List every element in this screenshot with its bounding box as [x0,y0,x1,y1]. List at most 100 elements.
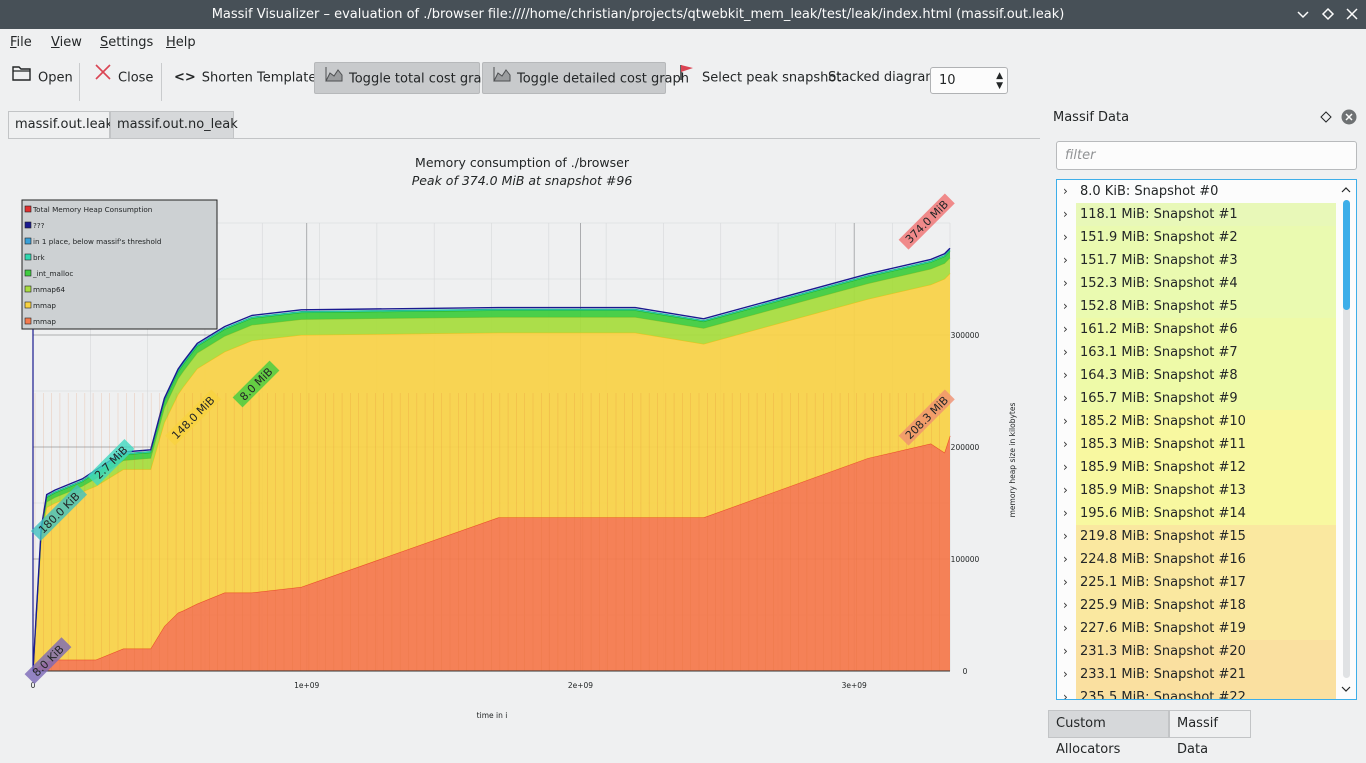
expand-arrow-icon[interactable]: › [1063,433,1068,456]
expand-arrow-icon[interactable]: › [1063,640,1068,663]
tree-item[interactable]: › 231.3 MiB: Snapshot #20 [1057,640,1336,663]
expand-arrow-icon[interactable]: › [1063,295,1068,318]
spin-down-icon[interactable]: ▼ [996,81,1003,91]
x-tick-label: 1e+09 [294,681,319,690]
close-dock-icon[interactable] [1341,109,1357,129]
tree-item-label: 8.0 KiB: Snapshot #0 [1076,180,1336,203]
filter-input[interactable]: filter [1056,141,1357,170]
tree-item[interactable]: › 225.9 MiB: Snapshot #18 [1057,594,1336,617]
tree-item[interactable]: › 151.9 MiB: Snapshot #2 [1057,226,1336,249]
minimize-icon[interactable] [1295,6,1311,22]
expand-arrow-icon[interactable]: › [1063,364,1068,387]
tree-item[interactable]: › 185.9 MiB: Snapshot #12 [1057,456,1336,479]
expand-arrow-icon[interactable]: › [1063,226,1068,249]
expand-arrow-icon[interactable]: › [1063,456,1068,479]
menu-file[interactable]: File [10,29,32,57]
tab-massif-out-no-leak[interactable]: massif.out.no_leak [110,111,238,138]
tree-item[interactable]: › 152.8 MiB: Snapshot #5 [1057,295,1336,318]
expand-arrow-icon[interactable]: › [1063,479,1068,502]
chart-title: Memory consumption of ./browser [415,155,630,170]
maximize-icon[interactable] [1320,6,1336,22]
tree-item-label: 164.3 MiB: Snapshot #8 [1076,364,1336,387]
menu-view[interactable]: View [51,29,82,57]
expand-arrow-icon[interactable]: › [1063,203,1068,226]
tree-item-label: 233.1 MiB: Snapshot #21 [1076,663,1336,686]
expand-arrow-icon[interactable]: › [1063,180,1068,203]
stacked-diagrams-spinbox[interactable]: 10 ▲ ▼ [930,67,1008,94]
filter-placeholder: filter [1065,148,1096,163]
expand-arrow-icon[interactable]: › [1063,387,1068,410]
menu-help[interactable]: Help [166,29,196,57]
legend-label: Total Memory Heap Consumption [32,205,152,214]
tree-item-label: 224.8 MiB: Snapshot #16 [1076,548,1336,571]
tree-item[interactable]: › 227.6 MiB: Snapshot #19 [1057,617,1336,640]
close-label: Close [118,70,154,86]
expand-arrow-icon[interactable]: › [1063,318,1068,341]
spin-up-icon[interactable]: ▲ [996,71,1003,81]
memory-chart[interactable]: Memory consumption of ./browser Peak of … [0,140,1040,738]
x-axis-label: time in i [477,711,508,720]
tree-item-label: 231.3 MiB: Snapshot #20 [1076,640,1336,663]
tree-item[interactable]: › 224.8 MiB: Snapshot #16 [1057,548,1336,571]
tree-item[interactable]: › 151.7 MiB: Snapshot #3 [1057,249,1336,272]
tree-item-label: 151.7 MiB: Snapshot #3 [1076,249,1336,272]
tree-item[interactable]: › 161.2 MiB: Snapshot #6 [1057,318,1336,341]
select-peak-button[interactable]: Select peak snapshot [678,62,841,94]
float-dock-icon[interactable] [1320,111,1332,127]
tree-item-label: 151.9 MiB: Snapshot #2 [1076,226,1336,249]
tree-item[interactable]: › 235.5 MiB: Snapshot #22 [1057,686,1336,699]
tab-massif-out-leak[interactable]: massif.out.leak [8,111,113,138]
tree-item[interactable]: › 163.1 MiB: Snapshot #7 [1057,341,1336,364]
expand-arrow-icon[interactable]: › [1063,502,1068,525]
toggle-detailed-cost-button[interactable]: Toggle detailed cost graph [482,62,689,94]
legend-swatch [24,237,32,245]
tree-item-label: 195.6 MiB: Snapshot #14 [1076,502,1336,525]
expand-arrow-icon[interactable]: › [1063,548,1068,571]
open-button[interactable]: Open [12,62,73,94]
shorten-templates-label: Shorten Templates [201,70,324,86]
tree-item-label: 219.8 MiB: Snapshot #15 [1076,525,1336,548]
expand-arrow-icon[interactable]: › [1063,410,1068,433]
stacked-diagrams-value: 10 [939,73,956,88]
y-tick-label: 0 [963,667,968,676]
close-window-icon[interactable] [1344,6,1360,22]
expand-arrow-icon[interactable]: › [1063,272,1068,295]
tree-item[interactable]: › 185.2 MiB: Snapshot #10 [1057,410,1336,433]
expand-arrow-icon[interactable]: › [1063,617,1068,640]
tree-item[interactable]: › 185.9 MiB: Snapshot #13 [1057,479,1336,502]
tree-item-label: 185.3 MiB: Snapshot #11 [1076,433,1336,456]
tab-massif-data[interactable]: Massif Data [1169,710,1251,757]
tree-item[interactable]: › 8.0 KiB: Snapshot #0 [1057,180,1336,203]
tree-item[interactable]: › 185.3 MiB: Snapshot #11 [1057,433,1336,456]
tree-item[interactable]: › 219.8 MiB: Snapshot #15 [1057,525,1336,548]
tab-custom-allocators[interactable]: Custom Allocators [1048,710,1169,757]
snapshot-tree[interactable]: › 8.0 KiB: Snapshot #0 › 118.1 MiB: Snapsho… [1056,179,1357,700]
tree-item[interactable]: › 225.1 MiB: Snapshot #17 [1057,571,1336,594]
expand-arrow-icon[interactable]: › [1063,571,1068,594]
toggle-total-label: Toggle total cost graph [349,71,498,87]
dock-title: Massif Data [1053,110,1130,125]
expand-arrow-icon[interactable]: › [1063,249,1068,272]
expand-arrow-icon[interactable]: › [1063,525,1068,548]
tree-item[interactable]: › 233.1 MiB: Snapshot #21 [1057,663,1336,686]
select-peak-label: Select peak snapshot [702,70,842,86]
legend-swatch [24,317,32,325]
tree-item[interactable]: › 164.3 MiB: Snapshot #8 [1057,364,1336,387]
tree-item[interactable]: › 118.1 MiB: Snapshot #1 [1057,203,1336,226]
expand-arrow-icon[interactable]: › [1063,686,1068,699]
tree-item[interactable]: › 165.7 MiB: Snapshot #9 [1057,387,1336,410]
expand-arrow-icon[interactable]: › [1063,663,1068,686]
shorten-templates-button[interactable]: <> Shorten Templates [174,62,323,94]
tree-item[interactable]: › 195.6 MiB: Snapshot #14 [1057,502,1336,525]
window-titlebar: Massif Visualizer – evaluation of ./brow… [0,0,1366,29]
angle-brackets-icon: <> [174,70,196,85]
toggle-total-cost-button[interactable]: Toggle total cost graph [314,62,498,94]
expand-arrow-icon[interactable]: › [1063,594,1068,617]
close-button[interactable]: Close [94,62,153,94]
menu-settings[interactable]: Settings [100,29,153,57]
expand-arrow-icon[interactable]: › [1063,341,1068,364]
toolbar: Open Close <> Shorten Templates Toggle to… [0,57,1366,103]
tree-scrollbar[interactable] [1338,183,1354,697]
tree-item[interactable]: › 152.3 MiB: Snapshot #4 [1057,272,1336,295]
legend-swatch [24,285,32,293]
